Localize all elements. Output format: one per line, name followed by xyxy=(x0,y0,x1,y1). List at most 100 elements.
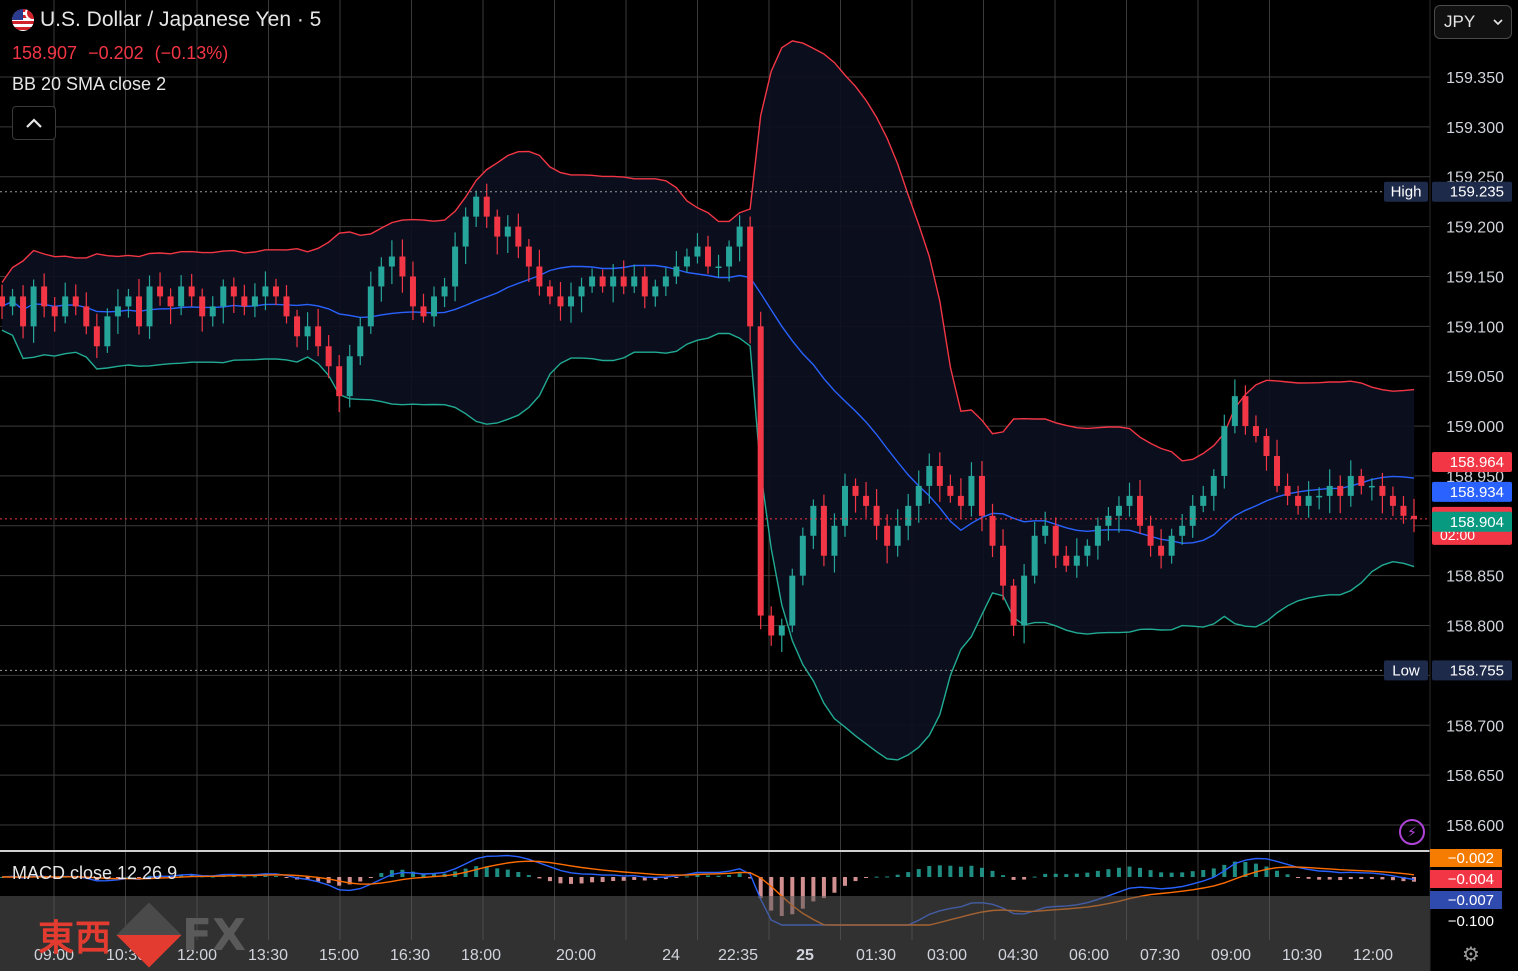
macd-histogram-bar xyxy=(864,877,869,878)
candle-body xyxy=(325,346,332,367)
macd-histogram-bar xyxy=(1064,874,1069,877)
candle-body xyxy=(978,475,985,516)
quote-row: 158.907 −0.202 (−0.13%) xyxy=(12,43,234,64)
candle-body xyxy=(1189,505,1196,526)
candle-body xyxy=(894,525,901,546)
candle-body xyxy=(631,276,638,287)
candle-body xyxy=(72,296,79,307)
macd-histogram-bar xyxy=(727,874,732,877)
time-tick-label: 03:00 xyxy=(927,947,967,964)
candle-body xyxy=(1137,495,1144,526)
candle-body xyxy=(441,286,448,297)
candle-body xyxy=(420,306,427,317)
currency-value: JPY xyxy=(1444,12,1476,31)
candle-body xyxy=(957,495,964,506)
macd-histogram-bar xyxy=(474,866,479,877)
candle-body xyxy=(778,625,785,636)
macd-histogram-bar xyxy=(558,877,563,884)
macd-histogram-bar xyxy=(716,875,721,877)
candle-body xyxy=(610,276,617,287)
macd-histogram-bar xyxy=(1296,877,1301,878)
macd-histogram-bar xyxy=(1380,877,1385,880)
macd-histogram-bar xyxy=(674,877,679,878)
macd-histogram-bar xyxy=(1022,877,1027,880)
candle-body xyxy=(557,296,564,307)
price-tick-label: 159.350 xyxy=(1446,70,1504,87)
macd-histogram-bar xyxy=(1264,866,1269,877)
candle-body xyxy=(820,505,827,556)
candle-body xyxy=(30,286,37,327)
price-badge-value: 158.904 xyxy=(1450,514,1504,531)
candle-body xyxy=(409,276,416,307)
macd-histogram-bar xyxy=(358,877,363,882)
candle-body xyxy=(431,296,438,317)
candle-body xyxy=(1400,505,1407,516)
macd-histogram-bar xyxy=(284,877,289,878)
macd-histogram-bar xyxy=(1106,869,1111,877)
currency-select[interactable]: JPY xyxy=(1434,5,1512,39)
candle-body xyxy=(789,575,796,626)
macd-histogram-bar xyxy=(1001,875,1006,877)
macd-histogram-bar xyxy=(484,866,489,877)
candle-body xyxy=(452,246,459,287)
macd-histogram-bar xyxy=(600,877,605,882)
indicator-legend-macd[interactable]: MACD close 12 26 9 xyxy=(12,863,177,884)
candle-body xyxy=(378,266,385,287)
macd-histogram-bar xyxy=(1348,877,1353,880)
candle-body xyxy=(1274,455,1281,486)
candle-body xyxy=(1063,555,1070,566)
candle-body xyxy=(1347,475,1354,496)
candle-body xyxy=(652,286,659,297)
candle-body xyxy=(304,326,311,337)
macd-histogram-bar xyxy=(916,869,921,877)
candle-body xyxy=(41,286,48,307)
macd-histogram-bar xyxy=(1190,871,1195,877)
candle-body xyxy=(114,306,121,317)
candle-body xyxy=(357,326,364,357)
macd-histogram-bar xyxy=(263,875,268,877)
candle-body xyxy=(546,286,553,297)
candle-body xyxy=(1326,485,1333,496)
macd-histogram-bar xyxy=(885,876,890,878)
price-tick-label: 158.800 xyxy=(1446,619,1504,636)
settings-icon[interactable]: ⚙ xyxy=(1462,942,1480,967)
collapse-legend-button[interactable] xyxy=(12,106,56,140)
price-tick-label: 159.000 xyxy=(1446,419,1504,436)
candle-body xyxy=(905,505,912,526)
candle-body xyxy=(578,286,585,297)
candle-body xyxy=(1158,545,1165,556)
candle-body xyxy=(104,316,111,347)
price-chart[interactable]: 159.350159.300159.250159.200159.150159.1… xyxy=(0,0,1518,971)
candle-body xyxy=(1242,396,1249,427)
macd-histogram-bar xyxy=(326,877,331,884)
time-tick-label: 07:30 xyxy=(1140,947,1180,964)
macd-histogram-bar xyxy=(379,873,384,877)
candle-body xyxy=(1305,495,1312,506)
price-tick-label: 158.850 xyxy=(1446,569,1504,586)
candle-body xyxy=(1231,396,1238,427)
candle-body xyxy=(1316,495,1323,498)
candle-body xyxy=(525,246,532,267)
macd-histogram-bar xyxy=(990,870,995,877)
candle-body xyxy=(768,615,775,636)
chevron-up-icon xyxy=(26,118,42,128)
candle-body xyxy=(1337,485,1344,496)
candle-body xyxy=(367,286,374,327)
macd-histogram-bar xyxy=(495,868,500,877)
candle-body xyxy=(473,196,480,217)
macd-histogram-bar xyxy=(737,873,742,877)
macd-histogram-bar xyxy=(1306,877,1311,879)
lightning-icon[interactable]: ⚡ xyxy=(1399,819,1425,845)
candle-body xyxy=(199,296,206,317)
price-tick-label: 158.600 xyxy=(1446,818,1504,835)
candle-body xyxy=(1263,436,1270,456)
macd-histogram-bar xyxy=(590,877,595,883)
indicator-legend-bb[interactable]: BB 20 SMA close 2 xyxy=(12,74,166,95)
symbol-title-row[interactable]: U.S. Dollar / Japanese Yen · 5 xyxy=(12,8,321,32)
price-badge-value: 158.934 xyxy=(1450,484,1504,501)
macd-histogram-bar xyxy=(1359,877,1364,880)
candle-body xyxy=(1358,475,1365,486)
macd-histogram-bar xyxy=(242,876,247,878)
candle-body xyxy=(926,465,933,486)
macd-histogram-bar xyxy=(684,876,689,878)
